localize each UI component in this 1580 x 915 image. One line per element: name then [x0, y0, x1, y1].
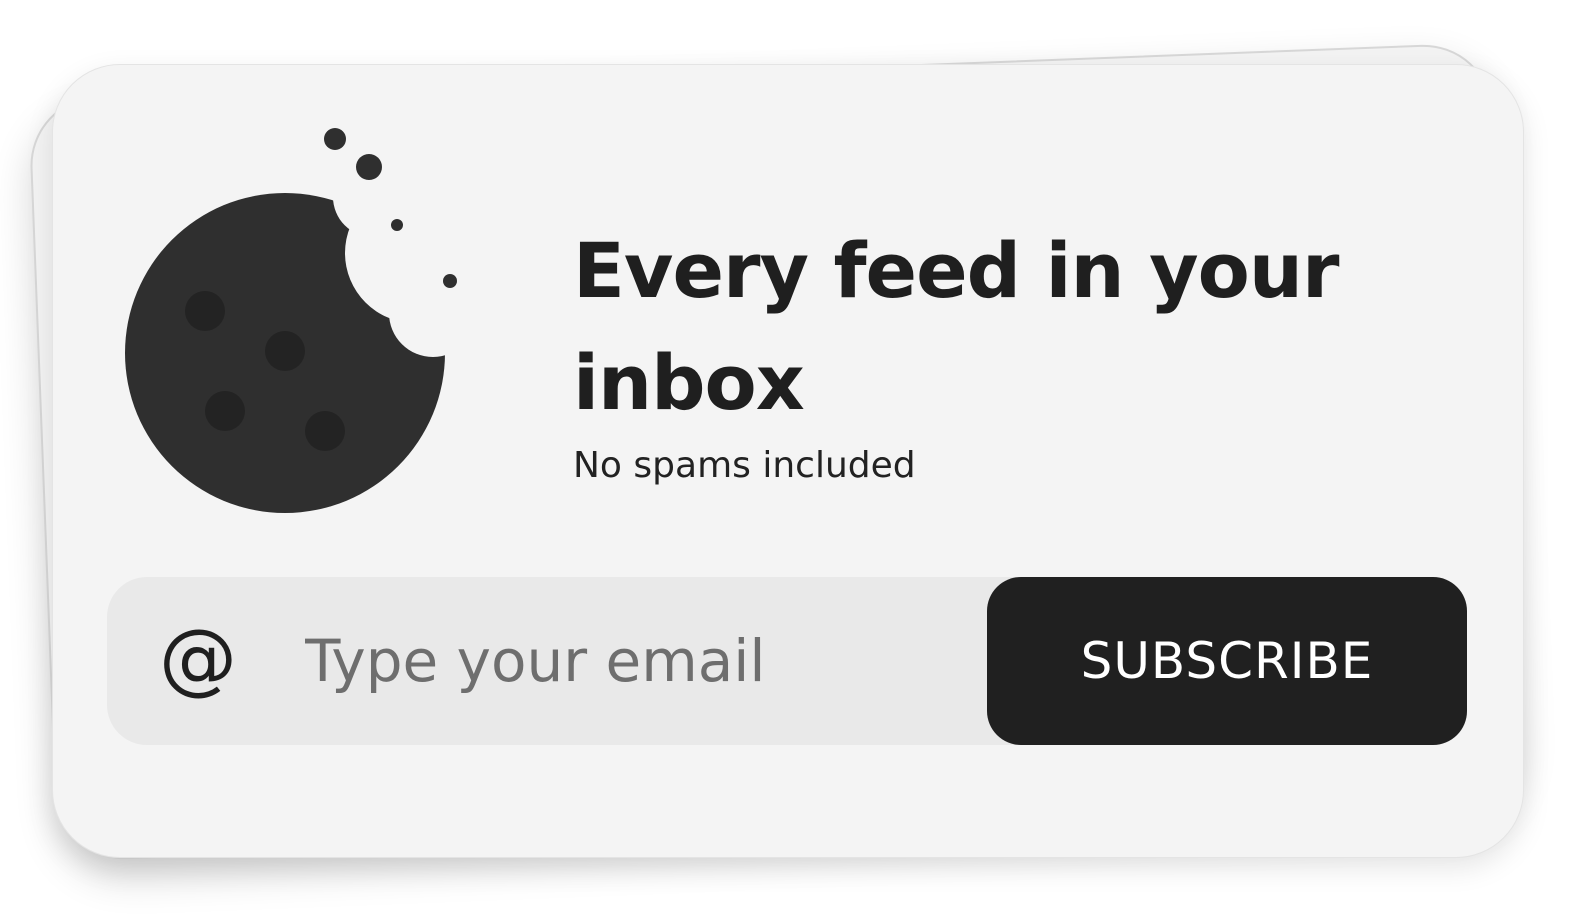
- subscribe-button[interactable]: SUBSCRIBE: [987, 577, 1467, 745]
- bitten-cookie-icon: [125, 128, 457, 513]
- newsletter-card: Every feed in your inbox No spams includ…: [52, 64, 1524, 858]
- subtitle: No spams included: [573, 445, 916, 486]
- subscribe-form: @ SUBSCRIBE: [107, 577, 1467, 745]
- email-input[interactable]: [305, 611, 965, 711]
- headline: Every feed in your inbox: [573, 226, 1339, 427]
- at-sign-icon: @: [159, 614, 237, 704]
